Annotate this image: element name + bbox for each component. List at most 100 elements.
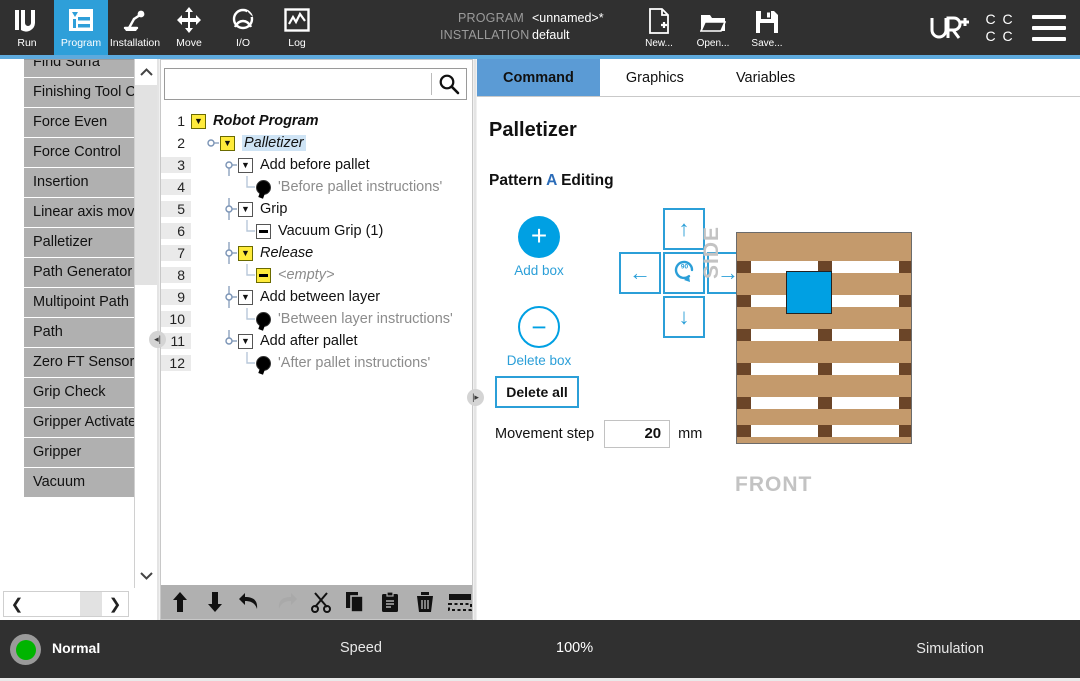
tree-search-bar[interactable]	[164, 68, 467, 100]
simulation-label: Simulation	[916, 641, 984, 657]
tree-line-number: 8	[161, 267, 191, 283]
chevron-up-icon[interactable]	[135, 59, 158, 85]
comment-bubble-icon[interactable]	[256, 311, 271, 327]
tab-graphics[interactable]: Graphics	[600, 59, 710, 96]
sidebar-item-grip-check[interactable]: Grip Check	[24, 378, 134, 408]
palette-scroll-thumb[interactable]	[135, 85, 158, 285]
sidebar-item-palletizer[interactable]: Palletizer	[24, 228, 134, 258]
add-box-button[interactable]: + Add box	[497, 216, 581, 278]
sidebar-item-force-control[interactable]: Force Control	[24, 138, 134, 168]
expand-triangle-icon[interactable]: ▼	[238, 245, 253, 261]
redo-icon[interactable]	[274, 590, 298, 614]
delete-trash-icon[interactable]	[414, 590, 437, 614]
sidebar-item-path-generator[interactable]: Path Generator	[24, 258, 134, 288]
header-tab-program[interactable]: Program	[54, 0, 108, 55]
movement-step-input[interactable]: 20	[604, 420, 671, 448]
palette-hscroll-thumb[interactable]	[30, 592, 80, 616]
delete-box-button[interactable]: − Delete box	[497, 306, 581, 368]
search-magnifier-icon[interactable]	[432, 69, 466, 99]
rotate-90-icon: 90	[670, 256, 698, 290]
program-label: PROGRAM	[458, 11, 524, 25]
right-splitter-handle[interactable]: |▸	[467, 389, 484, 406]
table-row[interactable]: 3 ▼ Add before pallet	[161, 154, 472, 176]
move-up-icon[interactable]	[169, 590, 192, 614]
chevron-left-icon[interactable]: ❮	[4, 592, 30, 616]
save-button[interactable]: Save...	[740, 4, 794, 49]
table-row[interactable]: 11 ▼ Add after pallet	[161, 330, 472, 352]
left-splitter-handle[interactable]: ◂|	[149, 331, 166, 348]
comment-bubble-icon[interactable]	[256, 179, 271, 195]
sidebar-item-force-event[interactable]: Force Even	[24, 108, 134, 138]
new-button[interactable]: New...	[632, 4, 686, 49]
table-row[interactable]: 6 Vacuum Grip (1)	[161, 220, 472, 242]
sidebar-item-vacuum[interactable]: Vacuum	[24, 468, 134, 498]
table-row[interactable]: 4 'Before pallet instructions'	[161, 176, 472, 198]
delete-all-button[interactable]: Delete all	[495, 376, 579, 408]
copy-icon[interactable]	[345, 590, 368, 614]
table-row[interactable]: 5 ▼ Grip	[161, 198, 472, 220]
ur-plus-icon[interactable]	[928, 12, 970, 44]
expand-triangle-icon[interactable]: ▼	[238, 201, 253, 217]
header-tab-installation[interactable]: Installation	[108, 0, 162, 55]
tree-connector-icon	[243, 352, 256, 374]
tree-line-number: 6	[161, 223, 191, 239]
move-left-button[interactable]: ←	[619, 252, 661, 294]
header-tab-io[interactable]: I/O	[216, 0, 270, 55]
chevron-down-icon[interactable]	[135, 562, 158, 588]
table-row[interactable]: 10 'Between layer instructions'	[161, 308, 472, 330]
header-tab-log[interactable]: Log	[270, 0, 324, 55]
paste-clipboard-icon[interactable]	[379, 590, 402, 614]
sidebar-item-zero-ft-sensor[interactable]: Zero FT Sensor	[24, 348, 134, 378]
comment-bubble-icon[interactable]	[256, 355, 271, 371]
sidebar-item-gripper[interactable]: Gripper	[24, 438, 134, 468]
chevron-right-icon[interactable]: ❯	[102, 592, 128, 616]
expand-triangle-icon[interactable]: ▼	[238, 289, 253, 305]
sidebar-item-insertion[interactable]: Insertion	[24, 168, 134, 198]
table-row[interactable]: 1 ▼ Robot Program	[161, 110, 472, 132]
hamburger-menu-icon[interactable]	[1032, 14, 1066, 41]
sidebar-item-linear-axis-move[interactable]: Linear axis move	[24, 198, 134, 228]
add-box-label: Add box	[514, 263, 564, 278]
pattern-letter: A	[546, 172, 557, 189]
cut-scissors-icon[interactable]	[310, 590, 333, 614]
sidebar-item-multipoint-path[interactable]: Multipoint Path	[24, 288, 134, 318]
pallet-preview[interactable]	[736, 232, 912, 444]
palette-vertical-scrollbar[interactable]	[134, 59, 158, 588]
table-row[interactable]: 2 ▼ Palletizer	[161, 132, 472, 154]
move-down-button[interactable]: ↓	[663, 296, 705, 338]
header-tab-io-label: I/O	[235, 37, 250, 49]
sidebar-item-path[interactable]: Path	[24, 318, 134, 348]
command-dash-icon[interactable]	[256, 223, 271, 239]
tree-connector-icon	[207, 132, 220, 154]
palette-horizontal-scrollbar[interactable]: ❮ ❯	[3, 591, 129, 617]
rotate-90-button[interactable]: 90	[663, 252, 705, 294]
table-row[interactable]: 7 ▼ Release	[161, 242, 472, 264]
sidebar-item-gripper-activate[interactable]: Gripper Activate	[24, 408, 134, 438]
pattern-editing-heading: Pattern A Editing	[489, 172, 1064, 190]
sidebar-item-finishing-tool-control[interactable]: Finishing Tool Contr	[24, 78, 134, 108]
tree-line-number: 9	[161, 289, 191, 305]
move-up-button[interactable]: ↑	[663, 208, 705, 250]
pallet-box-item[interactable]	[786, 271, 832, 314]
undo-icon[interactable]	[238, 590, 262, 614]
command-dash-icon[interactable]	[256, 267, 271, 283]
suppress-icon[interactable]	[448, 590, 472, 614]
table-row[interactable]: 12 'After pallet instructions'	[161, 352, 472, 374]
table-row[interactable]: 9 ▼ Add between layer	[161, 286, 472, 308]
header-tab-run[interactable]: Run	[0, 0, 54, 55]
expand-triangle-icon[interactable]: ▼	[238, 333, 253, 349]
tree-line-number: 4	[161, 179, 191, 195]
palette-scroll-track[interactable]	[135, 285, 158, 562]
open-button[interactable]: Open...	[686, 4, 740, 49]
expand-triangle-icon[interactable]: ▼	[191, 113, 206, 129]
header-tab-move[interactable]: Move	[162, 0, 216, 55]
search-input[interactable]	[165, 69, 431, 99]
expand-triangle-icon[interactable]: ▼	[238, 157, 253, 173]
tab-command[interactable]: Command	[477, 59, 600, 96]
tab-variables[interactable]: Variables	[710, 59, 821, 96]
palette-hscroll-track[interactable]	[80, 592, 102, 616]
table-row[interactable]: 8 <empty>	[161, 264, 472, 286]
sidebar-item-find-surface[interactable]: Find Surfa	[24, 60, 134, 78]
move-down-icon[interactable]	[204, 590, 227, 614]
expand-triangle-icon[interactable]: ▼	[220, 135, 235, 151]
